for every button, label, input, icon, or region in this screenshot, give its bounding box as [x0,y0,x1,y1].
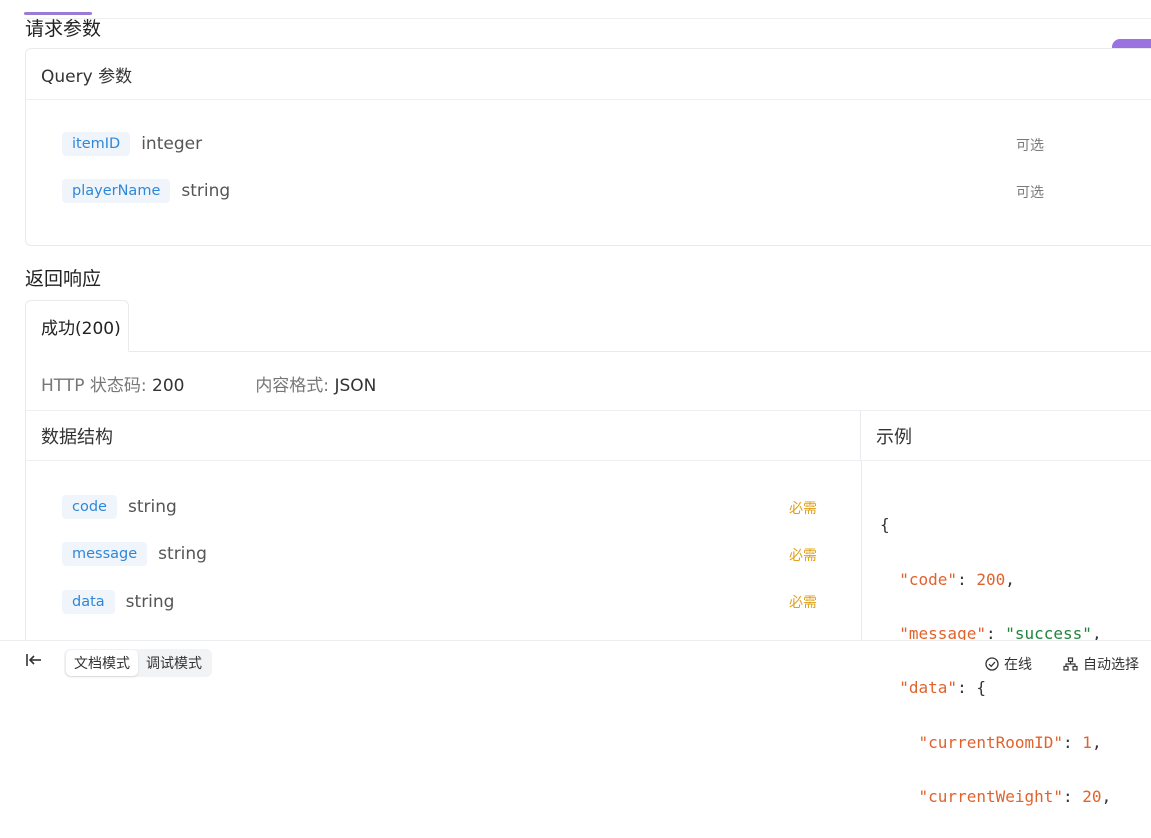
collapse-sidebar-icon[interactable] [25,652,43,671]
param-type: integer [141,134,203,154]
example-header: 示例 [861,410,1151,461]
online-status[interactable]: 在线 [985,654,1032,674]
status-code-value: 200 [152,376,185,396]
required-label: 必需 [789,595,817,611]
response-meta: HTTP 状态码: 200 内容格式: JSON [41,371,376,396]
required-label: 必需 [789,548,817,564]
mode-switch: 文档模式 调试模式 [64,649,212,677]
field-type: string [127,497,177,517]
check-circle-icon [985,657,999,671]
auto-select-label: 自动选择 [1083,657,1139,673]
json-line: "data": { [899,678,986,698]
param-row: playerName string [62,177,230,205]
content-format-label: 内容格式: [255,376,330,396]
field-row: code string [62,493,177,521]
status-code-label: HTTP 状态码: [41,376,147,396]
param-optional-label: 可选 [1016,185,1044,201]
debug-mode-button[interactable]: 调试模式 [138,650,210,676]
field-name: code [62,495,117,519]
json-line: "code": 200, [899,569,1015,589]
query-params-header: Query 参数 [26,49,1151,100]
json-line: { [880,515,890,535]
query-params-card: Query 参数 itemID integer 可选 playerName st… [25,48,1151,246]
json-line: "currentWeight": 20, [918,787,1112,807]
request-params-title: 请求参数 [25,18,102,40]
required-label: 必需 [789,501,817,517]
auto-select[interactable]: 自动选择 [1063,654,1139,674]
top-divider [24,18,1151,19]
field-row: message string [62,540,207,568]
field-name: message [62,542,148,566]
bottom-toolbar: 文档模式 调试模式 在线 自动选择 [0,640,1151,677]
json-line: "currentRoomID": 1, [918,732,1102,752]
field-type: string [125,592,175,612]
param-type: string [181,181,231,201]
tab-success-200[interactable]: 成功(200) [25,300,129,352]
network-icon [1063,657,1078,671]
field-name: data [62,590,115,614]
online-label: 在线 [1004,657,1032,673]
field-row: data string [62,588,174,616]
param-optional-label: 可选 [1016,138,1044,154]
param-name: itemID [62,132,131,156]
field-type: string [158,544,207,564]
column-divider [861,461,862,661]
param-row: itemID integer [62,130,202,158]
data-structure-header: 数据结构 [26,410,861,461]
doc-mode-button[interactable]: 文档模式 [66,650,138,676]
response-title: 返回响应 [25,268,102,290]
param-name: playerName [62,179,171,203]
content-format-value: JSON [334,376,377,396]
